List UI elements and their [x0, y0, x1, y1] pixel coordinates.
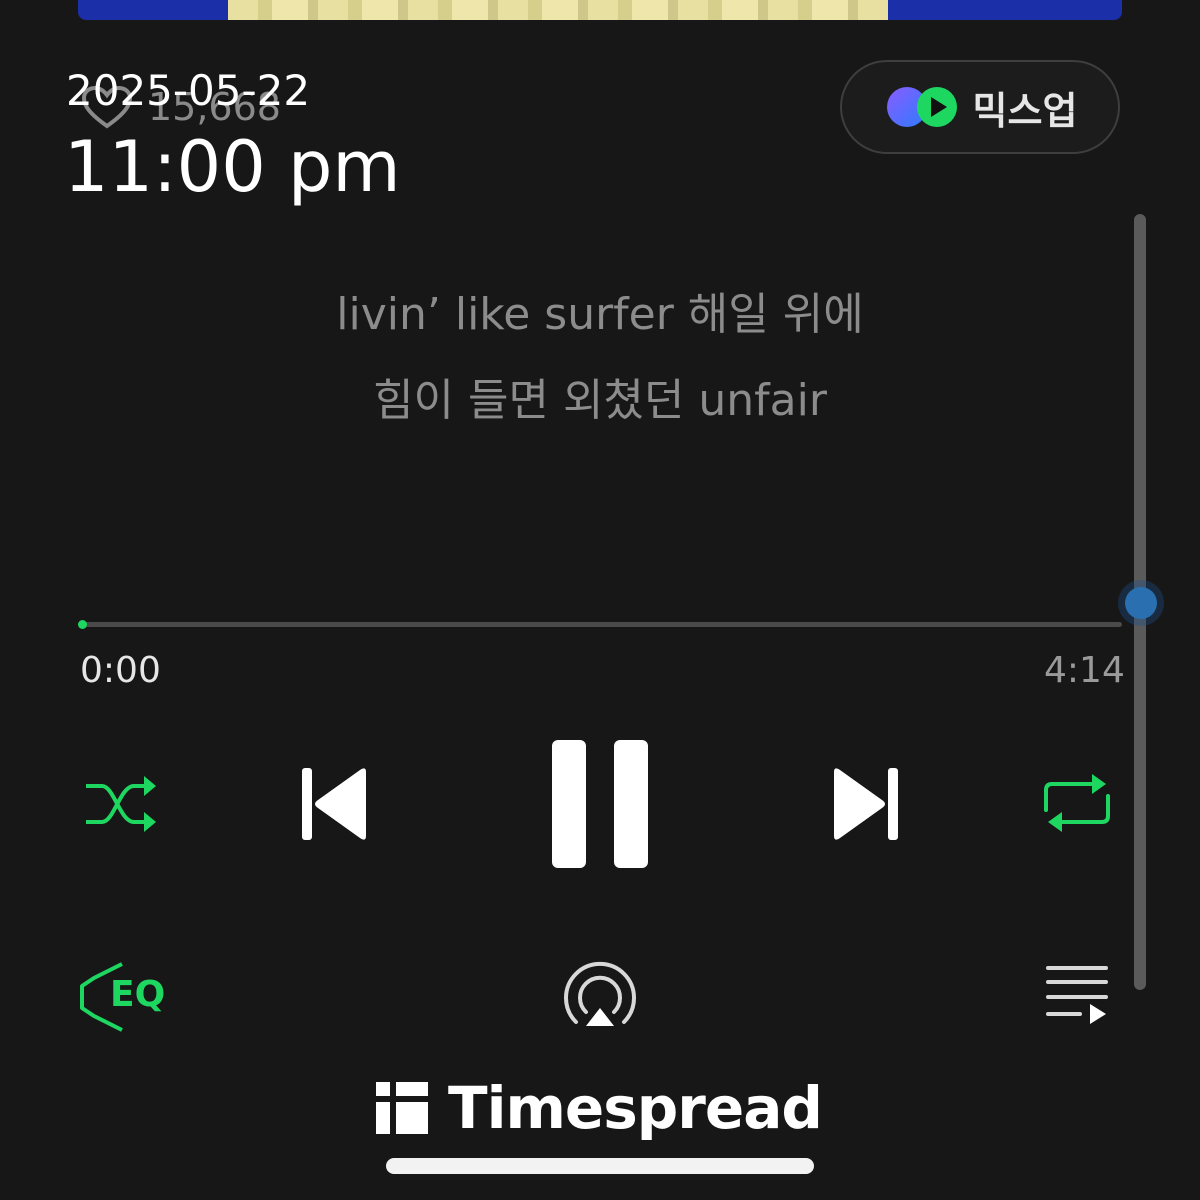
next-button[interactable] — [830, 766, 900, 842]
pause-button[interactable] — [550, 738, 650, 870]
lyrics-panel[interactable]: livin’ like surfer 해일 위에 힘이 들면 외쳤던 unfai… — [150, 272, 1050, 444]
lyric-line: 힘이 들면 외쳤던 unfair — [373, 375, 827, 426]
scroll-thumb[interactable] — [1118, 580, 1164, 626]
mixup-button[interactable]: 믹스업 — [840, 60, 1120, 154]
previous-button[interactable] — [300, 766, 370, 842]
lyric-line: livin’ like surfer 해일 위에 — [336, 289, 864, 340]
shuffle-icon — [86, 776, 156, 832]
airplay-icon — [564, 962, 636, 1026]
timestamp-date: 2025-05-22 — [66, 66, 311, 115]
airplay-button[interactable] — [562, 960, 638, 1030]
repeat-button[interactable] — [1040, 770, 1114, 836]
watermark: Timespread — [376, 1074, 823, 1142]
repeat-icon — [1044, 774, 1110, 832]
timestamp-time: 11:00 pm — [64, 126, 401, 208]
watermark-text: Timespread — [448, 1074, 823, 1142]
player-screen: 15,668 2025-05-22 11:00 pm 믹스업 livin’ li… — [0, 0, 1200, 1200]
playlist-button[interactable] — [1044, 964, 1110, 1026]
progress-bar[interactable] — [80, 622, 1122, 627]
shuffle-button[interactable] — [84, 774, 160, 834]
album-art[interactable] — [78, 0, 1122, 20]
progress-handle[interactable] — [78, 620, 87, 629]
eq-button[interactable]: EQ — [78, 962, 170, 1032]
timespread-logo-icon — [376, 1082, 428, 1134]
skip-previous-icon — [302, 768, 366, 840]
pause-icon — [552, 740, 648, 868]
home-indicator[interactable] — [386, 1158, 814, 1174]
album-art-image — [228, 0, 888, 20]
total-time: 4:14 — [1044, 650, 1125, 691]
skip-next-icon — [834, 768, 898, 840]
mixup-icon — [886, 87, 957, 127]
elapsed-time: 0:00 — [80, 650, 161, 691]
playlist-icon — [1046, 966, 1108, 1024]
eq-label: EQ — [110, 974, 166, 1015]
mixup-label: 믹스업 — [972, 88, 1078, 133]
